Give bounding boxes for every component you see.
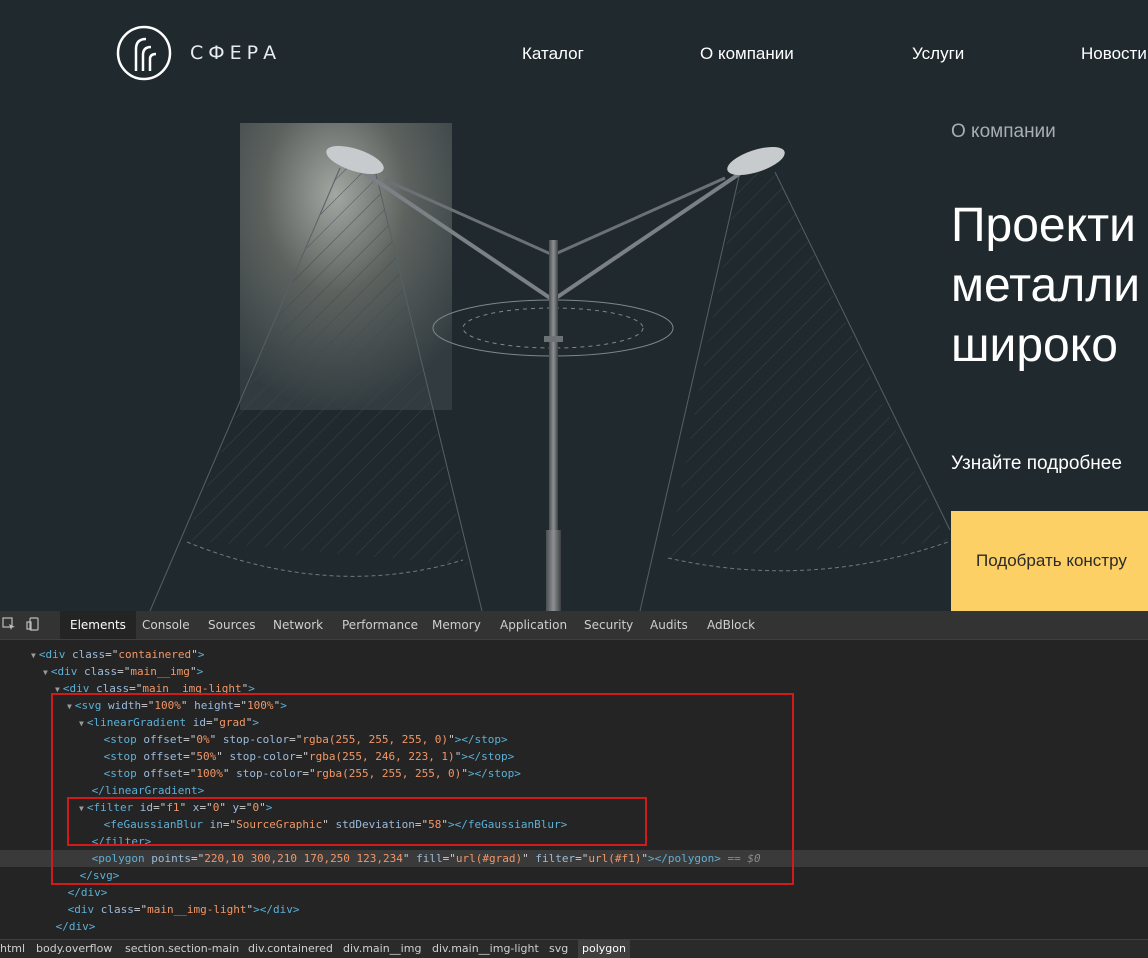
section-eyebrow: О компании — [951, 121, 1056, 142]
dom-tree-row[interactable]: </div> — [0, 918, 1148, 935]
attr-value: main__img — [130, 665, 190, 678]
devtools-tab-elements[interactable]: Elements — [60, 611, 136, 639]
dom-tree-row[interactable]: ▼ <div class="main__img"> — [0, 663, 1148, 680]
devtools-tab-application[interactable]: Application — [490, 611, 577, 639]
devtools-tab-network[interactable]: Network — [263, 611, 333, 639]
attr-name: class — [65, 648, 106, 661]
tag-name: </div — [55, 920, 89, 933]
tag-bracket: > — [100, 886, 108, 899]
nav-link-news[interactable]: Новости — [1081, 44, 1147, 64]
headline-line: широко — [951, 319, 1118, 372]
dom-tree-row[interactable]: <div class="main__img-light"></div> — [0, 901, 1148, 918]
breadcrumb-item[interactable]: polygon — [578, 940, 630, 958]
attr-eq: =" — [133, 903, 148, 916]
tag-name: </div — [67, 886, 101, 899]
breadcrumb-item[interactable]: svg — [549, 940, 568, 958]
device-toolbar-icon[interactable] — [26, 617, 40, 631]
attr-eq: =" — [117, 665, 131, 678]
inspect-element-icon[interactable] — [2, 617, 16, 631]
devtools-tab-adblock[interactable]: AdBlock — [697, 611, 765, 639]
tag-name: <div — [50, 665, 78, 678]
nav-link-catalog[interactable]: Каталог — [522, 44, 584, 64]
attr-name: class — [94, 903, 134, 916]
tag-bracket: > — [196, 665, 204, 678]
devtools-tab-sources[interactable]: Sources — [198, 611, 265, 639]
right-light-cone — [668, 172, 948, 558]
devtools-tab-memory[interactable]: Memory — [422, 611, 491, 639]
dom-tree-row[interactable]: </div> — [0, 884, 1148, 901]
lamp-pole — [549, 240, 558, 540]
dom-tree-row[interactable]: ▼ <div class="containered"> — [0, 646, 1148, 663]
tag-name: <div — [38, 648, 66, 661]
breadcrumb-item[interactable]: body.overflow — [36, 940, 112, 958]
attr-name: class — [77, 665, 118, 678]
breadcrumb-item[interactable]: div.main__img — [343, 940, 421, 958]
tag-name: <div — [67, 903, 95, 916]
breadcrumb-item[interactable]: div.main__img-light — [432, 940, 539, 958]
headline-line: Проекти — [951, 199, 1136, 252]
tag-bracket: > — [253, 903, 260, 916]
devtools-tab-audits[interactable]: Audits — [640, 611, 698, 639]
tag-bracket: > — [197, 648, 205, 661]
nav-link-about[interactable]: О компании — [700, 44, 794, 64]
breadcrumb-item[interactable]: html — [0, 940, 25, 958]
devtools-tab-console[interactable]: Console — [132, 611, 200, 639]
street-lamp-illustration — [149, 123, 950, 611]
expand-arrow-icon[interactable]: ▼ — [43, 668, 48, 677]
logo-text: СФЕРА — [190, 42, 282, 64]
breadcrumb-item[interactable]: div.containered — [248, 940, 333, 958]
hero-headline: Проекти металли широко — [951, 196, 1140, 376]
brand-logo[interactable]: СФЕРА — [116, 25, 281, 81]
nav-link-services[interactable]: Услуги — [912, 44, 964, 64]
attr-value: main__img-light — [147, 903, 247, 916]
closing-tag: </div> — [259, 903, 300, 916]
attr-value: containered — [118, 648, 192, 661]
devtools-toolbar: Elements Console Sources Network Performance… — [0, 611, 1148, 640]
attr-quote: " — [189, 665, 197, 678]
dom-breadcrumbs: html body.overflow section.section-main div… — [0, 939, 1148, 958]
breadcrumb-item[interactable]: section.section-main — [125, 940, 239, 958]
attr-eq: =" — [105, 648, 119, 661]
website-viewport: СФЕРА Каталог О компании Услуги Новости … — [0, 0, 1148, 611]
headline-line: металли — [951, 259, 1141, 312]
tag-bracket: > — [88, 920, 96, 933]
streetlight-logo-icon — [116, 25, 172, 81]
expand-arrow-icon[interactable]: ▼ — [31, 651, 36, 660]
attr-quote: " — [191, 648, 198, 661]
devtools-tab-performance[interactable]: Performance — [332, 611, 428, 639]
highlight-box-filter — [67, 797, 647, 846]
devtools-panel: Elements Console Sources Network Performance… — [0, 611, 1148, 957]
devtools-tab-security[interactable]: Security — [574, 611, 643, 639]
highlight-box-svg — [51, 693, 794, 885]
learn-more-text: Узнайте подробнее — [951, 453, 1122, 474]
select-construction-button[interactable]: Подобрать констру — [951, 511, 1148, 611]
